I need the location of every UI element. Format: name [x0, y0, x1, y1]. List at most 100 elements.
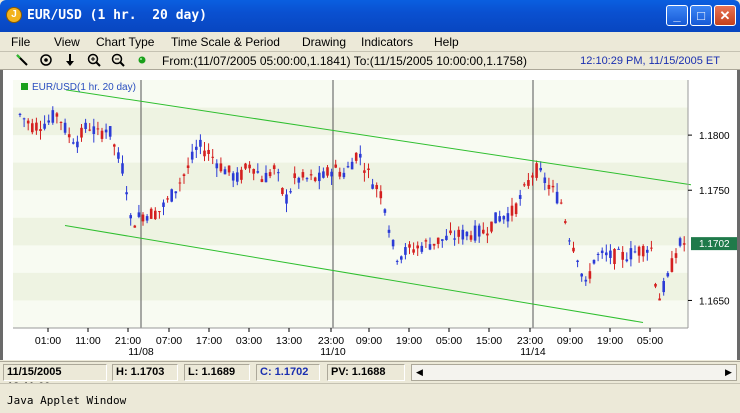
candle-body [400, 256, 403, 260]
plot-band [13, 107, 688, 136]
candle-body [523, 184, 526, 186]
candle-body [88, 129, 91, 131]
candle-body [654, 283, 657, 287]
candle-body [477, 225, 481, 237]
candle-body [486, 233, 489, 236]
candle-body [637, 246, 641, 256]
date-tick-label: 11/08 [128, 346, 154, 358]
candle-body [43, 123, 46, 129]
candle-body [121, 163, 124, 174]
candle-body [47, 120, 50, 123]
candle-body [564, 221, 567, 223]
status-bar: 11/15/2005 12:11:00 H: 1.1703 L: 1.1689 … [0, 361, 740, 393]
minimize-button[interactable]: _ [666, 5, 688, 26]
candle-body [469, 235, 473, 240]
x-tick-label: 13:00 [276, 335, 302, 347]
candle-body [428, 244, 432, 250]
menu-time-scale[interactable]: Time Scale & Period [171, 35, 280, 49]
candle-body [449, 230, 452, 234]
candle-body [227, 165, 231, 173]
candle-body [678, 238, 682, 246]
status-high: H: 1.1703 [112, 364, 178, 381]
candle-body [129, 215, 132, 219]
candle-body [379, 191, 383, 199]
candle-body [605, 252, 608, 256]
menu-drawing[interactable]: Drawing [302, 35, 346, 49]
status-close: C: 1.1702 [256, 364, 320, 381]
green-dot-icon[interactable] [134, 53, 150, 69]
candle-body [514, 203, 518, 215]
candle-body [441, 239, 444, 241]
menu-help[interactable]: Help [434, 35, 459, 49]
candle-body [256, 171, 260, 173]
candle-body [383, 209, 387, 213]
menu-indicators[interactable]: Indicators [361, 35, 413, 49]
candle-body [457, 229, 460, 237]
line-draw-icon[interactable] [14, 53, 30, 69]
candle-body [646, 249, 649, 253]
candle-body [367, 168, 370, 171]
candle-body [67, 134, 71, 138]
scroll-right-icon[interactable]: ▶ [721, 365, 736, 380]
candle-body [178, 182, 182, 184]
arrow-down-icon[interactable] [62, 53, 78, 69]
candle-body [641, 246, 645, 257]
x-tick-label: 15:00 [476, 335, 502, 347]
candle-body [260, 179, 264, 182]
chart-area[interactable]: EUR/USD(1 hr. 20 day) 1.1800 1.1750 1.1650 1… [0, 70, 740, 360]
crosshair-icon[interactable] [38, 53, 54, 69]
candle-body [108, 126, 112, 137]
candle-body [252, 169, 255, 174]
candle-body [346, 166, 350, 168]
close-button[interactable]: ✕ [714, 5, 736, 26]
candle-body [547, 184, 551, 190]
candle-body [350, 161, 354, 170]
candlestick-chart[interactable]: EUR/USD(1 hr. 20 day) 1.1800 1.1750 1.1650 1… [3, 70, 737, 360]
candle-body [231, 173, 235, 181]
candle-body [186, 165, 190, 168]
zoom-in-icon[interactable] [86, 53, 102, 69]
candle-body [408, 244, 411, 248]
menu-file[interactable]: File [11, 35, 30, 49]
maximize-button[interactable]: □ [690, 5, 712, 26]
candle-body [518, 195, 522, 199]
candle-body [580, 273, 583, 277]
candle-body [576, 260, 579, 263]
candle-body [22, 118, 26, 120]
candle-body [80, 127, 83, 138]
candle-body [236, 172, 239, 182]
candle-body [482, 229, 485, 234]
menu-chart-type[interactable]: Chart Type [96, 35, 154, 49]
candle-body [272, 165, 276, 170]
x-tick-label: 07:00 [156, 335, 182, 347]
candle-body [674, 253, 678, 258]
candle-body [330, 171, 333, 177]
x-tick-label: 19:00 [396, 335, 422, 347]
candle-body [342, 172, 346, 178]
menu-view[interactable]: View [54, 35, 80, 49]
candle-body [445, 235, 448, 240]
candle-body [395, 260, 399, 262]
x-tick-label: 17:00 [196, 335, 222, 347]
candle-body [551, 185, 555, 188]
candle-body [334, 164, 337, 168]
zoom-out-icon[interactable] [110, 53, 126, 69]
candle-body [506, 213, 510, 222]
x-tick-label: 01:00 [35, 335, 61, 347]
menu-bar: File View Chart Type Time Scale & Period… [0, 32, 740, 52]
candle-body [215, 163, 219, 169]
candle-body [137, 212, 141, 217]
candle-body [207, 149, 210, 154]
candle-body [453, 238, 456, 240]
candle-body [195, 146, 198, 150]
candle-body [35, 122, 38, 131]
candle-body [531, 175, 534, 178]
candle-body [166, 198, 169, 200]
candle-body [31, 123, 34, 133]
candle-body [354, 152, 358, 161]
candle-body [244, 163, 247, 169]
candle-body [313, 177, 317, 181]
horizontal-scrollbar[interactable]: ◀ ▶ [411, 364, 737, 381]
scroll-left-icon[interactable]: ◀ [412, 365, 427, 380]
candle-body [391, 239, 395, 247]
